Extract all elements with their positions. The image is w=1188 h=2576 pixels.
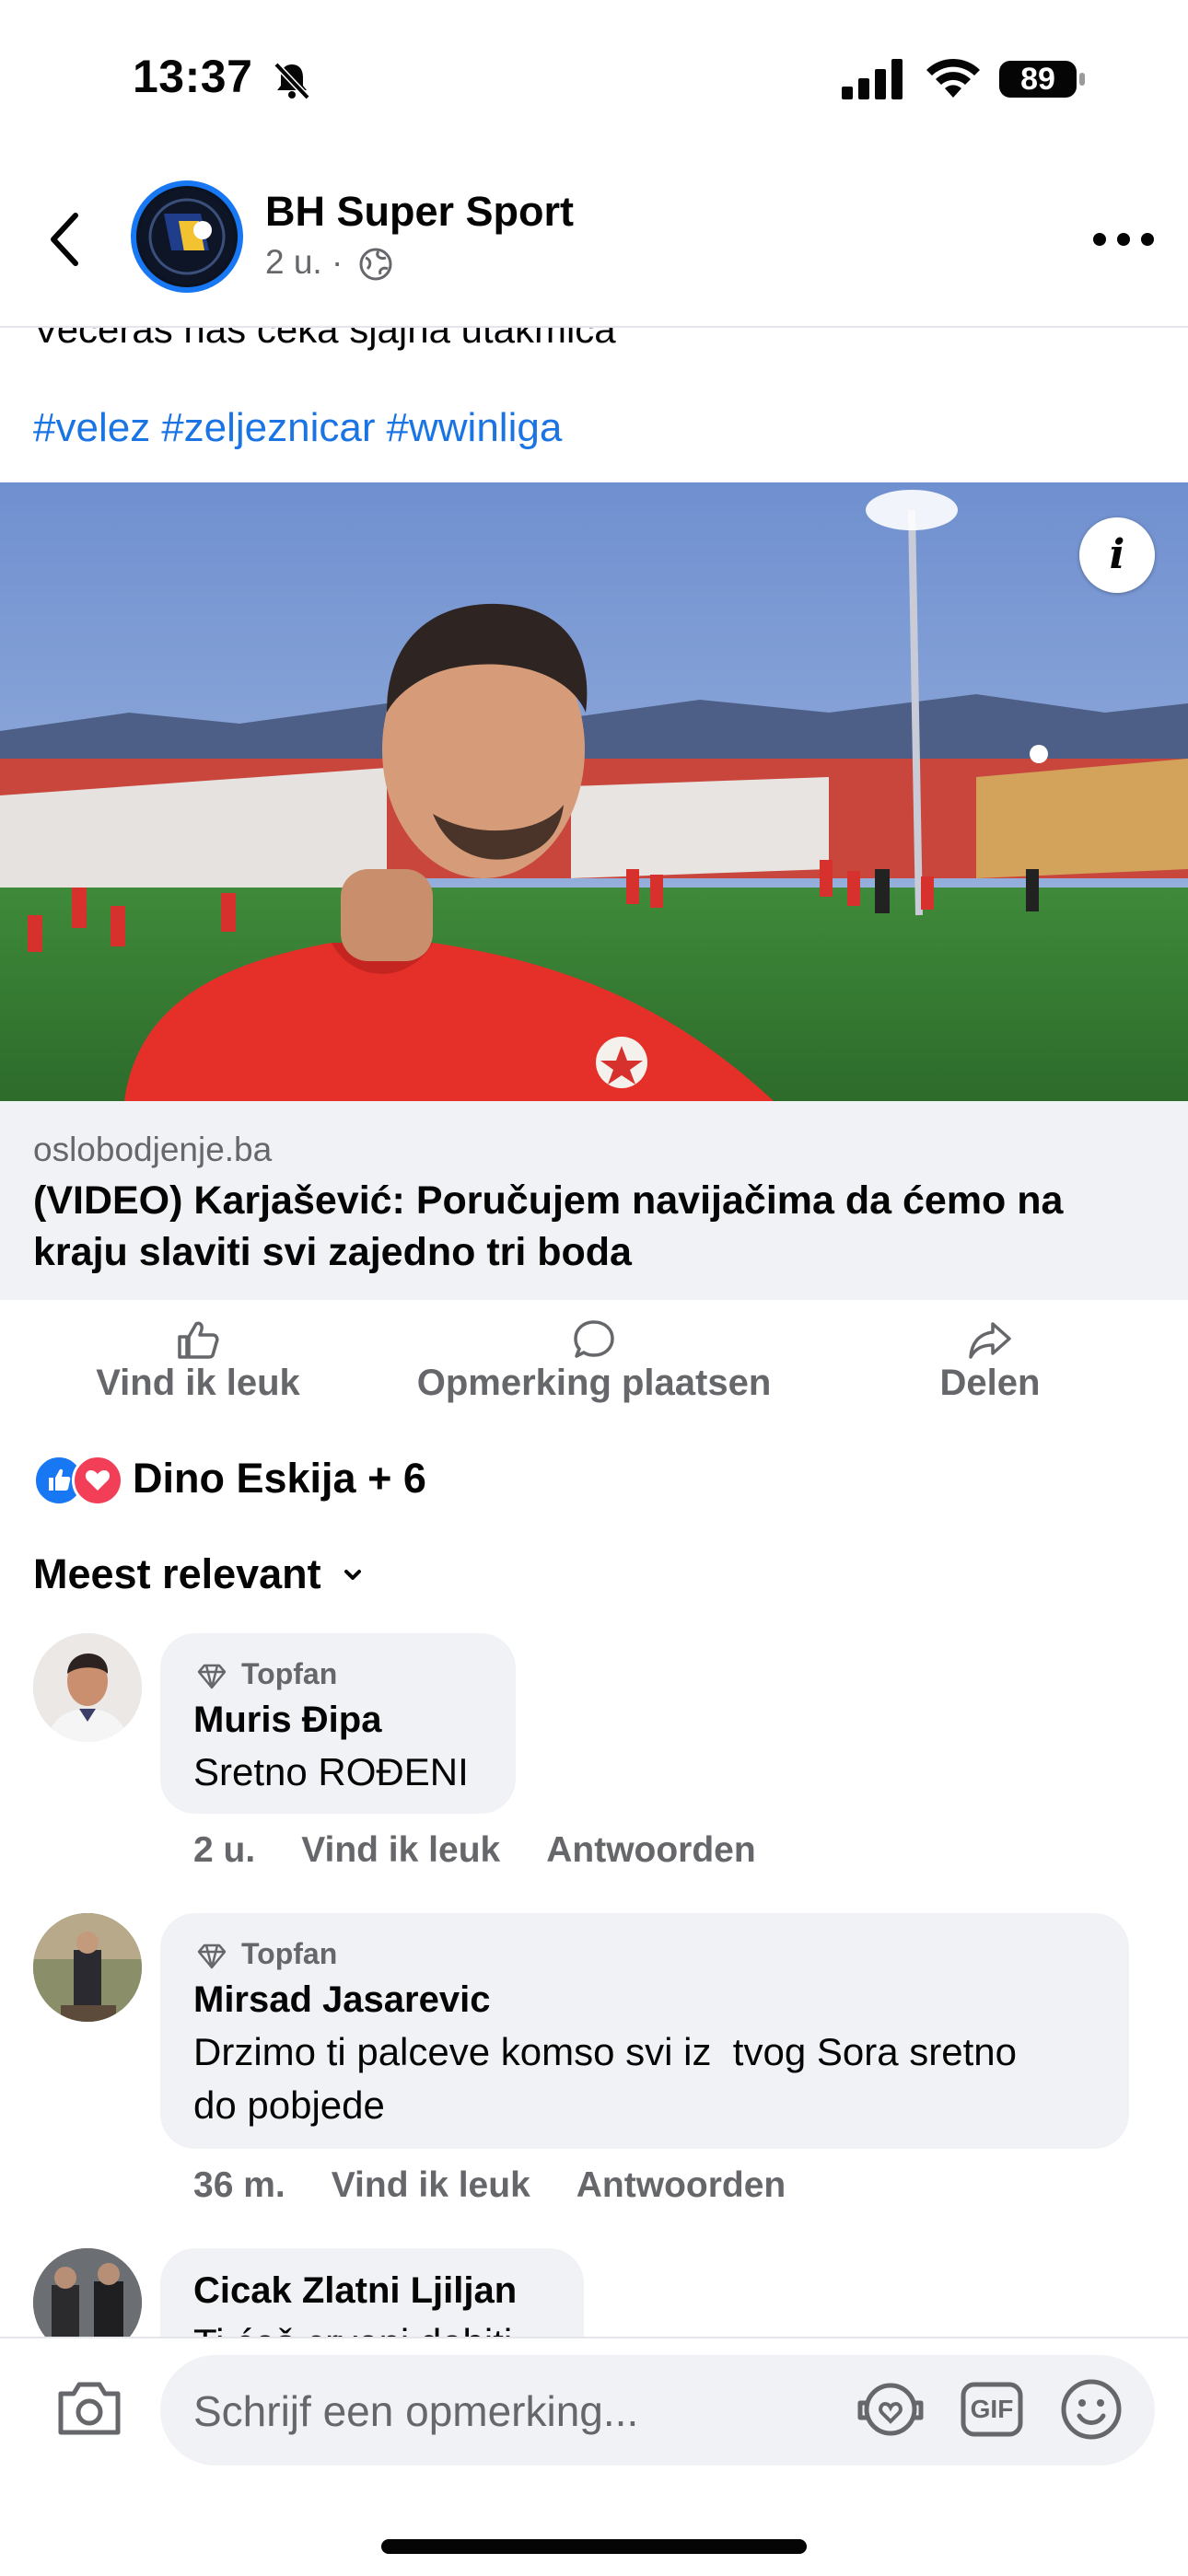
commenter-name[interactable]: Muris Đipa — [193, 1700, 381, 1741]
battery-indicator: 89 — [998, 57, 1087, 101]
comment-bubble-icon — [574, 1320, 614, 1358]
reaction-names[interactable]: Dino Eskija + 6 — [133, 1455, 426, 1503]
avatar-photo — [33, 1633, 142, 1742]
wifi-icon — [926, 58, 980, 98]
more-options-icon[interactable] — [1087, 230, 1160, 249]
gif-button[interactable]: GIF — [958, 2375, 1026, 2443]
comment-actions: 2 u. Vind ik leuk Antwoorden — [193, 1830, 802, 1871]
hashtag-wwinliga[interactable]: #wwinliga — [387, 405, 563, 450]
info-button[interactable]: i — [1079, 517, 1155, 593]
link-preview-image[interactable] — [0, 482, 1188, 1101]
battery-percent: 89 — [1020, 62, 1055, 97]
like-button[interactable]: Vind ik leuk — [92, 1318, 304, 1410]
status-time: 13:37 — [133, 51, 253, 102]
comment-text-line2: do pobjede — [193, 2083, 385, 2127]
info-icon: i — [1109, 531, 1125, 578]
back-chevron-icon[interactable] — [37, 203, 92, 276]
hashtags: #velez #zeljeznicar #wwinliga — [33, 405, 573, 451]
comment-reply-button[interactable]: Antwoorden — [577, 2165, 786, 2205]
like-label: Vind ik leuk — [96, 1363, 300, 1403]
avatar-sticker-icon[interactable] — [856, 2375, 925, 2443]
page-avatar[interactable] — [131, 180, 243, 293]
comment-button[interactable]: Opmerking plaatsen — [405, 1318, 783, 1410]
badge-label: Topfan — [241, 1657, 338, 1690]
emoji-icon[interactable] — [1057, 2375, 1125, 2443]
top-fan-badge: Topfan — [195, 1937, 337, 1971]
share-arrow-icon — [969, 1322, 1011, 1359]
diamond-icon — [197, 1664, 227, 1688]
share-label: Delen — [939, 1363, 1041, 1403]
page-logo-icon — [139, 189, 235, 284]
comment-time: 2 u. — [193, 1830, 256, 1870]
stadium-photo — [0, 482, 1188, 1101]
comment-time: 36 m. — [193, 2165, 285, 2205]
badge-label: Topfan — [241, 1937, 338, 1970]
comment-like-button[interactable]: Vind ik leuk — [301, 1830, 500, 1870]
comment-sort-dropdown[interactable]: Meest relevant — [33, 1550, 321, 1598]
commenter-name[interactable]: Cicak Zlatni Ljiljan — [193, 2270, 517, 2312]
chevron-down-icon[interactable] — [339, 1561, 367, 1589]
link-title[interactable]: (VIDEO) Karjašević: Poručujem navijačima… — [33, 1175, 1157, 1278]
comment-actions: 36 m. Vind ik leuk Antwoorden — [193, 2165, 832, 2206]
comment-text-line1: Drzimo ti palceve komso svi iz tvog Sora… — [193, 2030, 1017, 2073]
diamond-icon — [197, 1944, 227, 1968]
commenter-avatar[interactable] — [33, 1913, 142, 2022]
post-meta: 2 u. · — [265, 243, 393, 282]
comment-input-placeholder: Schrijf een opmerking... — [193, 2387, 639, 2435]
avatar-photo — [33, 1913, 142, 2022]
link-domain: oslobodjenje.ba — [33, 1131, 273, 1168]
camera-icon[interactable] — [55, 2379, 123, 2438]
comment-label: Opmerking plaatsen — [416, 1363, 772, 1403]
page-name[interactable]: BH Super Sport — [265, 188, 574, 236]
cellular-signal-icon — [842, 59, 903, 99]
share-button[interactable]: Delen — [912, 1318, 1068, 1410]
post-time: 2 u. · — [265, 243, 344, 281]
commenter-avatar[interactable] — [33, 1633, 142, 1742]
love-reaction-icon — [72, 1455, 123, 1506]
comment-text: Sretno ROĐENI — [193, 1750, 469, 1793]
thumbs-up-icon — [178, 1321, 219, 1359]
hashtag-zeljeznicar[interactable]: #zeljeznicar — [161, 405, 375, 450]
comment-reply-button[interactable]: Antwoorden — [546, 1830, 755, 1870]
home-indicator[interactable] — [381, 2539, 807, 2554]
hashtag-velez[interactable]: #velez — [33, 405, 150, 450]
globe-icon — [359, 248, 392, 281]
bell-muted-icon — [274, 62, 310, 100]
commenter-name[interactable]: Mirsad Jasarevic — [193, 1979, 490, 2021]
top-fan-badge: Topfan — [195, 1657, 337, 1691]
gif-label: GIF — [970, 2395, 1014, 2423]
comment-like-button[interactable]: Vind ik leuk — [332, 2165, 530, 2205]
